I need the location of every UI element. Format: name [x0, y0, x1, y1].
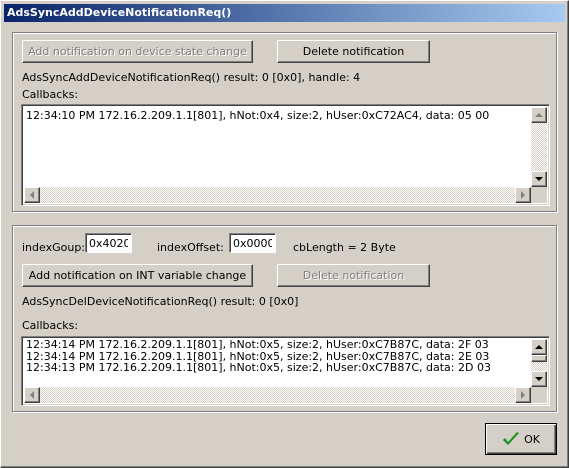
add-device-state-notification-label: Add notification on device state change	[28, 45, 247, 58]
top-vertical-scrollbar[interactable]	[531, 107, 547, 187]
cb-length-text: cbLength = 2 Byte	[293, 241, 396, 254]
index-offset-input[interactable]	[229, 233, 276, 253]
add-notification-result-text: AdsSyncAddDeviceNotificationReq() result…	[22, 71, 361, 84]
down-arrow-icon	[535, 177, 543, 181]
scroll-thumb[interactable]	[531, 355, 547, 362]
top-callbacks-label: Callbacks:	[22, 88, 79, 101]
callback-entry[interactable]: 12:34:10 PM 172.16.2.209.1.1[801], hNot:…	[26, 110, 489, 122]
delete-int-variable-notification-button[interactable]: Delete notification	[277, 264, 430, 287]
add-int-variable-notification-button[interactable]: Add notification on INT variable change	[22, 264, 253, 287]
add-int-variable-notification-label: Add notification on INT variable change	[28, 269, 247, 282]
scroll-up-button[interactable]	[531, 107, 547, 123]
delete-int-variable-notification-label: Delete notification	[302, 269, 405, 282]
bottom-scroll-corner	[531, 387, 547, 403]
top-callbacks-list[interactable]: 12:34:10 PM 172.16.2.209.1.1[801], hNot:…	[21, 104, 550, 206]
delete-device-state-notification-label: Delete notification	[302, 45, 405, 58]
callback-entry[interactable]: 12:34:13 PM 172.16.2.209.1.1[801], hNot:…	[26, 362, 491, 374]
right-arrow-icon	[521, 391, 525, 399]
scroll-left-button[interactable]	[24, 187, 40, 203]
ok-button[interactable]: OK	[485, 423, 557, 455]
scroll-right-button[interactable]	[515, 187, 531, 203]
scroll-up-button[interactable]	[531, 339, 547, 355]
ok-button-label: OK	[524, 432, 540, 446]
bottom-callbacks-lines: 12:34:14 PM 172.16.2.209.1.1[801], hNot:…	[26, 339, 491, 374]
left-arrow-icon	[30, 191, 34, 199]
scroll-left-button[interactable]	[24, 387, 40, 403]
dialog-window: AdsSyncAddDeviceNotificationReq() Add no…	[0, 0, 569, 468]
title-bar[interactable]: AdsSyncAddDeviceNotificationReq()	[4, 4, 565, 22]
bottom-horizontal-scrollbar[interactable]	[24, 387, 531, 403]
scroll-down-button[interactable]	[531, 371, 547, 387]
right-arrow-icon	[521, 191, 525, 199]
check-icon	[503, 432, 520, 445]
delete-device-state-notification-button[interactable]: Delete notification	[277, 40, 430, 63]
up-arrow-icon	[535, 113, 543, 117]
scroll-right-button[interactable]	[515, 387, 531, 403]
bottom-callbacks-label: Callbacks:	[22, 319, 79, 332]
up-arrow-icon	[535, 345, 543, 349]
bottom-callbacks-list[interactable]: 12:34:14 PM 172.16.2.209.1.1[801], hNot:…	[21, 336, 550, 406]
add-device-state-notification-button[interactable]: Add notification on device state change	[22, 40, 253, 63]
index-offset-label: indexOffset:	[157, 241, 224, 254]
top-horizontal-scrollbar[interactable]	[24, 187, 531, 203]
callback-entry[interactable]: 12:34:14 PM 172.16.2.209.1.1[801], hNot:…	[26, 339, 491, 351]
down-arrow-icon	[535, 377, 543, 381]
delete-notification-result-text: AdsSyncDelDeviceNotificationReq() result…	[22, 295, 299, 308]
left-arrow-icon	[30, 391, 34, 399]
top-scroll-corner	[531, 187, 547, 203]
index-group-input[interactable]	[85, 233, 132, 253]
index-group-label: indexGoup:	[22, 241, 86, 254]
scroll-down-button[interactable]	[531, 171, 547, 187]
window-title: AdsSyncAddDeviceNotificationReq()	[7, 6, 232, 19]
top-callbacks-lines: 12:34:10 PM 172.16.2.209.1.1[801], hNot:…	[26, 110, 489, 122]
bottom-vertical-scrollbar[interactable]	[531, 339, 547, 387]
